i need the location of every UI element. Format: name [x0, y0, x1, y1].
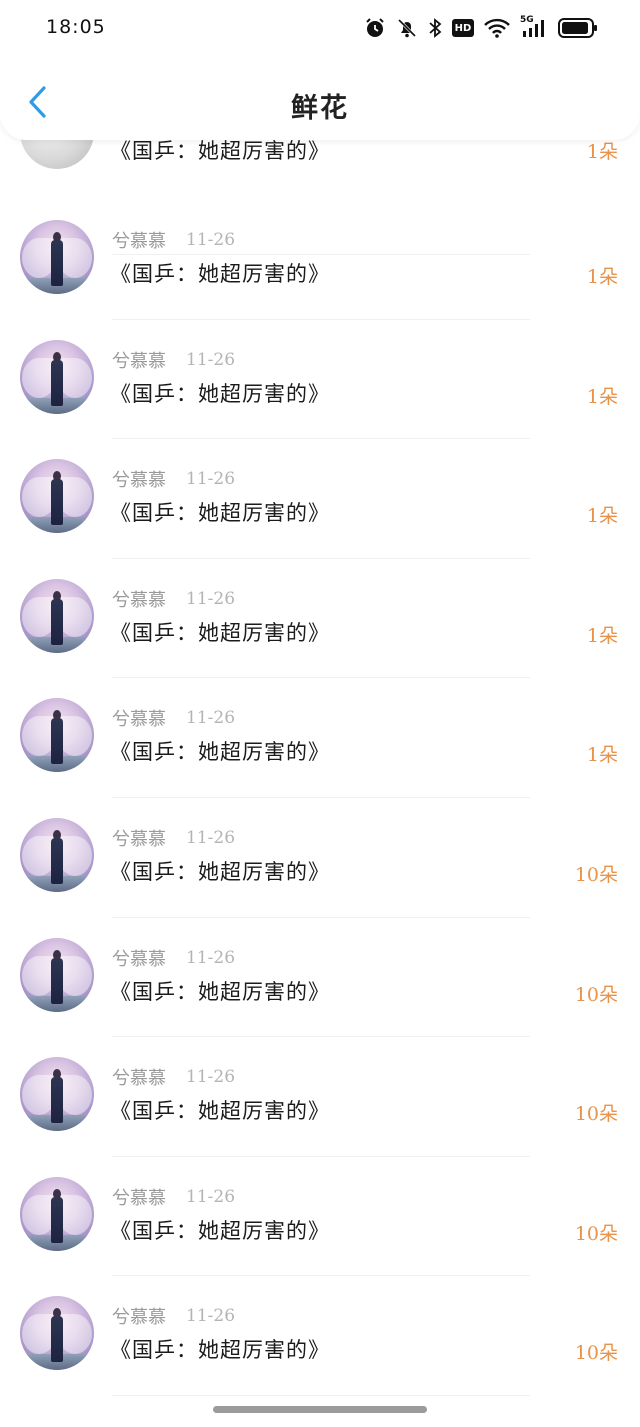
article-title: 《国乒：她超厉害的》	[110, 1218, 330, 1243]
send-date: 11-26	[186, 588, 236, 609]
avatar[interactable]	[20, 220, 94, 294]
sender-name: 兮慕慕	[112, 948, 166, 970]
avatar[interactable]	[20, 937, 94, 1012]
row-meta: 兮慕慕 11-26	[112, 1304, 235, 1328]
list-item[interactable]: 兮慕慕 11-26 《国乒：她超厉害的》 1朵	[0, 439, 640, 559]
list-item[interactable]: 兮慕慕 11-26 《国乒：她超厉害的》 1朵	[0, 559, 640, 679]
status-icons: HD 5G	[364, 14, 598, 42]
article-title: 《国乒：她超厉害的》	[110, 620, 330, 645]
sender-name: 兮慕慕	[112, 1068, 166, 1090]
list-item[interactable]: 兮慕慕 11-26 《国乒：她超厉害的》 1朵	[0, 678, 640, 798]
send-date: 11-26	[186, 947, 236, 968]
hd-label: HD	[454, 23, 472, 34]
list-item[interactable]: 兮慕慕 11-26 《国乒：她超厉害的》 10朵	[0, 918, 640, 1038]
sender-name: 兮慕慕	[112, 709, 166, 731]
list-item[interactable]: 兮慕慕 11-26 《国乒：她超厉害的》 10朵	[0, 798, 640, 918]
sender-name: 兮慕慕	[112, 1187, 166, 1209]
hd-icon: HD	[452, 19, 474, 37]
article-title: 《国乒：她超厉害的》	[110, 860, 330, 884]
flower-amount: 10朵	[574, 1222, 618, 1245]
send-date: 11-26	[186, 1186, 236, 1207]
send-date: 11-26	[186, 230, 236, 250]
avatar[interactable]	[20, 698, 94, 773]
wifi-icon	[484, 18, 510, 38]
nav-bar: 鲜花	[0, 74, 640, 134]
send-date: 11-26	[186, 1306, 236, 1327]
mute-icon	[396, 17, 418, 39]
sender-name: 兮慕慕	[112, 829, 166, 850]
sender-name: 兮慕慕	[112, 231, 166, 252]
header: 18:05 HD 5G 鲜花	[0, 0, 640, 140]
article-title: 《国乒：她超厉害的》	[110, 740, 330, 765]
network-label: 5G	[520, 15, 534, 25]
flower-amount: 10朵	[574, 1342, 618, 1365]
article-title: 《国乒：她超厉害的》	[110, 262, 330, 286]
avatar[interactable]	[20, 818, 94, 892]
row-meta: 兮慕慕 11-26	[112, 1065, 235, 1089]
list-item[interactable]: 兮慕慕 11-26 《国乒：她超厉害的》 10朵	[0, 1037, 640, 1157]
sender-name: 兮慕慕	[112, 1307, 166, 1329]
flower-gift-list-page: 《国乒：她超厉害的》 1朵 兮慕慕 11-26 《国乒：她超厉害的》 1朵 兮慕慕 11-26…	[0, 0, 640, 1427]
article-title: 《国乒：她超厉害的》	[110, 501, 330, 526]
send-date: 11-26	[186, 828, 236, 848]
article-title: 《国乒：她超厉害的》	[110, 1338, 330, 1363]
avatar[interactable]	[20, 578, 94, 653]
row-meta: 兮慕慕 11-26	[112, 706, 235, 730]
list-item[interactable]: 兮慕慕 11-26 《国乒：她超厉害的》 1朵	[0, 320, 640, 440]
list-item[interactable]: 兮慕慕 11-26 《国乒：她超厉害的》 10朵	[0, 1276, 640, 1396]
send-date: 11-26	[186, 349, 236, 370]
send-date: 11-26	[186, 708, 236, 729]
list-item[interactable]: 兮慕慕 11-26 《国乒：她超厉害的》 10朵	[0, 1157, 640, 1277]
sender-name: 兮慕慕	[112, 470, 166, 492]
avatar[interactable]	[20, 1057, 94, 1132]
avatar[interactable]	[20, 1296, 94, 1371]
sender-name: 兮慕慕	[112, 589, 166, 611]
flower-amount: 1朵	[586, 744, 618, 767]
row-meta: 兮慕慕 11-26	[112, 467, 235, 491]
send-date: 11-26	[186, 469, 236, 490]
article-title: 《国乒：她超厉害的》	[110, 979, 330, 1004]
bluetooth-icon	[428, 17, 442, 39]
row-meta: 兮慕慕 11-26	[112, 228, 235, 252]
flower-amount: 10朵	[574, 983, 618, 1006]
row-meta: 兮慕慕 11-26	[112, 826, 235, 850]
avatar[interactable]	[20, 339, 94, 414]
send-date: 11-26	[186, 1067, 236, 1088]
flower-amount: 1朵	[586, 266, 618, 288]
sender-name: 兮慕慕	[112, 350, 166, 372]
status-time: 18:05	[46, 16, 106, 38]
flower-amount: 1朵	[586, 385, 618, 408]
avatar[interactable]	[20, 1176, 94, 1251]
flower-amount: 1朵	[586, 624, 618, 647]
row-meta: 兮慕慕 11-26	[112, 946, 235, 970]
battery-icon	[558, 17, 598, 39]
flower-amount: 1朵	[586, 141, 618, 163]
home-indicator[interactable]	[213, 1406, 427, 1413]
flower-amount: 1朵	[586, 505, 618, 528]
flower-amount: 10朵	[574, 864, 618, 886]
article-title: 《国乒：她超厉害的》	[110, 1099, 330, 1124]
alarm-icon	[364, 17, 386, 39]
row-divider	[112, 1394, 530, 1396]
row-meta: 兮慕慕 11-26	[112, 587, 235, 611]
row-meta: 兮慕慕 11-26	[112, 1185, 235, 1209]
flower-amount: 10朵	[574, 1103, 618, 1126]
signal-5g-icon: 5G	[520, 15, 548, 39]
list-item[interactable]: 兮慕慕 11-26 《国乒：她超厉害的》 1朵	[0, 200, 640, 320]
row-meta: 兮慕慕 11-26	[112, 348, 235, 372]
page-title: 鲜花	[291, 93, 349, 124]
status-bar: 18:05 HD 5G	[0, 0, 640, 60]
avatar[interactable]	[20, 459, 94, 534]
article-title: 《国乒：她超厉害的》	[110, 381, 330, 406]
